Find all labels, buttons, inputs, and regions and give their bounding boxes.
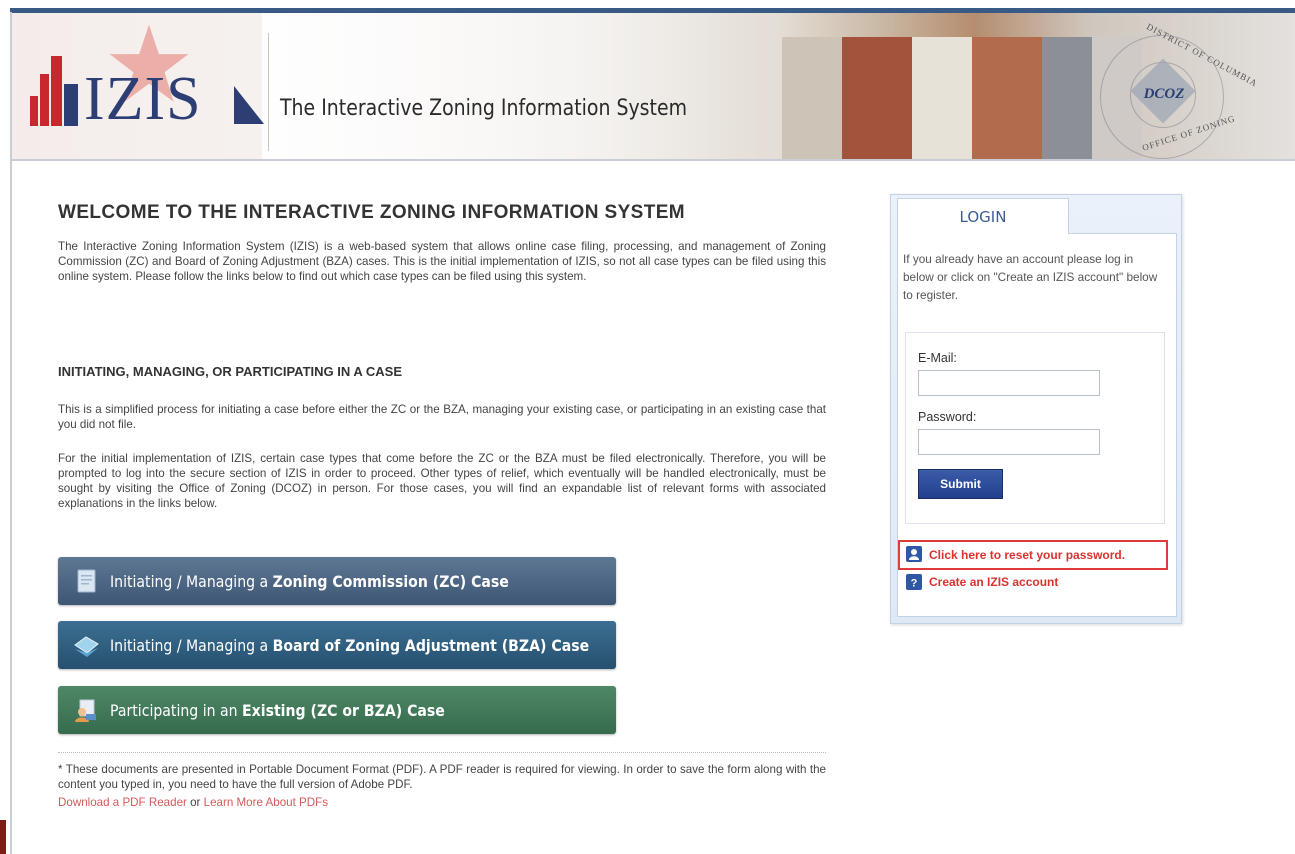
bza-button-bold: Board of Zoning Adjustment (BZA) Case [272, 635, 590, 655]
zc-button-prefix: Initiating / Managing a [110, 571, 273, 591]
bza-case-button[interactable]: Initiating / Managing a Board of Zoning … [58, 621, 616, 669]
create-account-link[interactable]: Create an IZIS account [929, 575, 1058, 589]
pdf-footnote: * These documents are presented in Porta… [58, 763, 826, 791]
zc-case-button[interactable]: Initiating / Managing a Zoning Commissio… [58, 557, 616, 605]
logo-bars-icon [22, 52, 78, 132]
learn-about-pdfs-link[interactable]: Learn More About PDFs [204, 796, 328, 809]
site-tagline: The Interactive Zoning Information Syste… [280, 96, 688, 121]
section-paragraph-2: For the initial implementation of IZIS, … [58, 452, 826, 510]
section-title: INITIATING, MANAGING, OR PARTICIPATING I… [58, 364, 403, 379]
existing-button-prefix: Participating in an [110, 700, 243, 720]
submit-button[interactable]: Submit [918, 469, 1003, 499]
svg-text:?: ? [911, 578, 918, 590]
people-icon [75, 699, 96, 722]
existing-button-bold: Existing (ZC or BZA) Case [242, 700, 445, 720]
header-fade [262, 13, 762, 161]
login-intro: If you already have an account please lo… [903, 252, 1158, 302]
section-paragraph-1: This is a simplified process for initiat… [58, 403, 826, 431]
zc-button-bold: Zoning Commission (ZC) Case [272, 571, 509, 591]
document-icon [77, 569, 96, 593]
corner-block [0, 820, 6, 854]
bza-button-prefix: Initiating / Managing a [110, 635, 273, 655]
header-bottom-line [12, 159, 1295, 161]
reset-password-link[interactable]: Click here to reset your password. [929, 548, 1125, 562]
page-title: WELCOME TO THE INTERACTIVE ZONING INFORM… [58, 202, 686, 223]
footnote-divider [58, 752, 826, 753]
pdf-links: Download a PDF Reader or Learn More Abou… [58, 796, 328, 809]
password-field[interactable] [918, 429, 1100, 455]
intro-paragraph: The Interactive Zoning Information Syste… [58, 240, 826, 283]
login-tab[interactable]: LOGIN [897, 198, 1069, 234]
download-pdf-reader-link[interactable]: Download a PDF Reader [58, 796, 187, 809]
stack-icon [74, 636, 99, 657]
email-field[interactable] [918, 370, 1100, 396]
logo-text: IZIS [84, 65, 202, 133]
password-label: Password: [918, 410, 977, 424]
pdf-links-connector: or [186, 796, 204, 809]
header-townhouses-photo [782, 13, 1142, 161]
help-icon: ? [906, 574, 922, 590]
email-label: E-Mail: [918, 351, 957, 365]
user-icon [906, 546, 922, 562]
seal-center-text: DCOZ [1143, 86, 1185, 102]
existing-case-button[interactable]: Participating in an Existing (ZC or BZA)… [58, 686, 616, 734]
header-divider [268, 33, 269, 151]
